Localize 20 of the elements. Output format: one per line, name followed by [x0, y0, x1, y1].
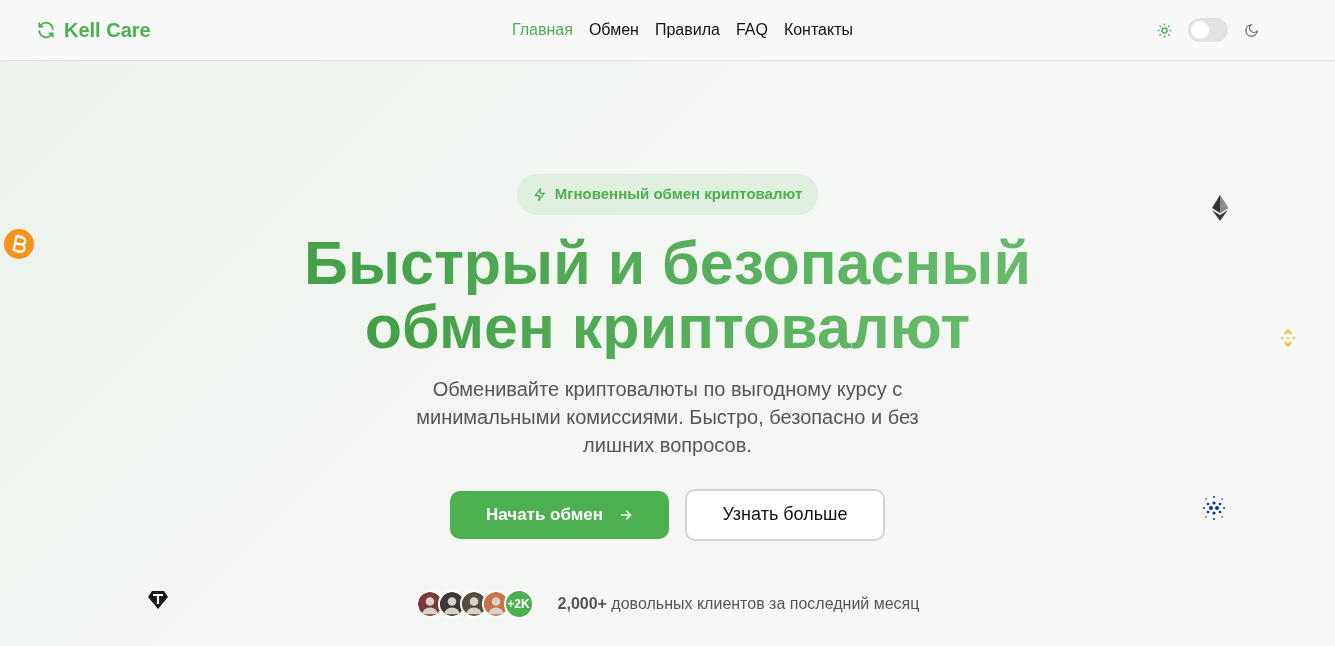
dots-icon — [1201, 495, 1227, 521]
shield-icon — [148, 590, 168, 609]
nav-link-item[interactable]: Правила — [646, 18, 728, 42]
learn-more-button[interactable]: Узнать больше — [685, 488, 885, 541]
moon-icon — [1244, 22, 1259, 38]
arrow-right-icon — [619, 507, 634, 522]
refresh-icon — [36, 20, 56, 40]
badge-text: Мгновенный обмен криптовалют — [554, 184, 803, 204]
nav-link-item[interactable]: FAQ — [727, 18, 776, 42]
hero-subtitle: Обменивайте криптовалюты по выгодному курсу с минимальными комиссиями. Быстро, безопасно и без лишних вопросов. — [415, 376, 920, 458]
more-users-badge: +2K — [503, 588, 534, 619]
theme-toggle[interactable] — [1188, 18, 1228, 42]
diamond-icon — [1279, 328, 1297, 347]
nav-link-item[interactable]: Контакты — [775, 18, 861, 42]
sun-icon — [1157, 22, 1172, 38]
diamond-icon — [1212, 195, 1228, 221]
bitcoin-icon — [4, 229, 34, 259]
nav-link-item[interactable]: Обмен — [580, 18, 647, 42]
lightning-icon — [532, 186, 547, 202]
customer-count-text: 2,000+ довольных клиентов за последний месяц — [557, 593, 920, 614]
